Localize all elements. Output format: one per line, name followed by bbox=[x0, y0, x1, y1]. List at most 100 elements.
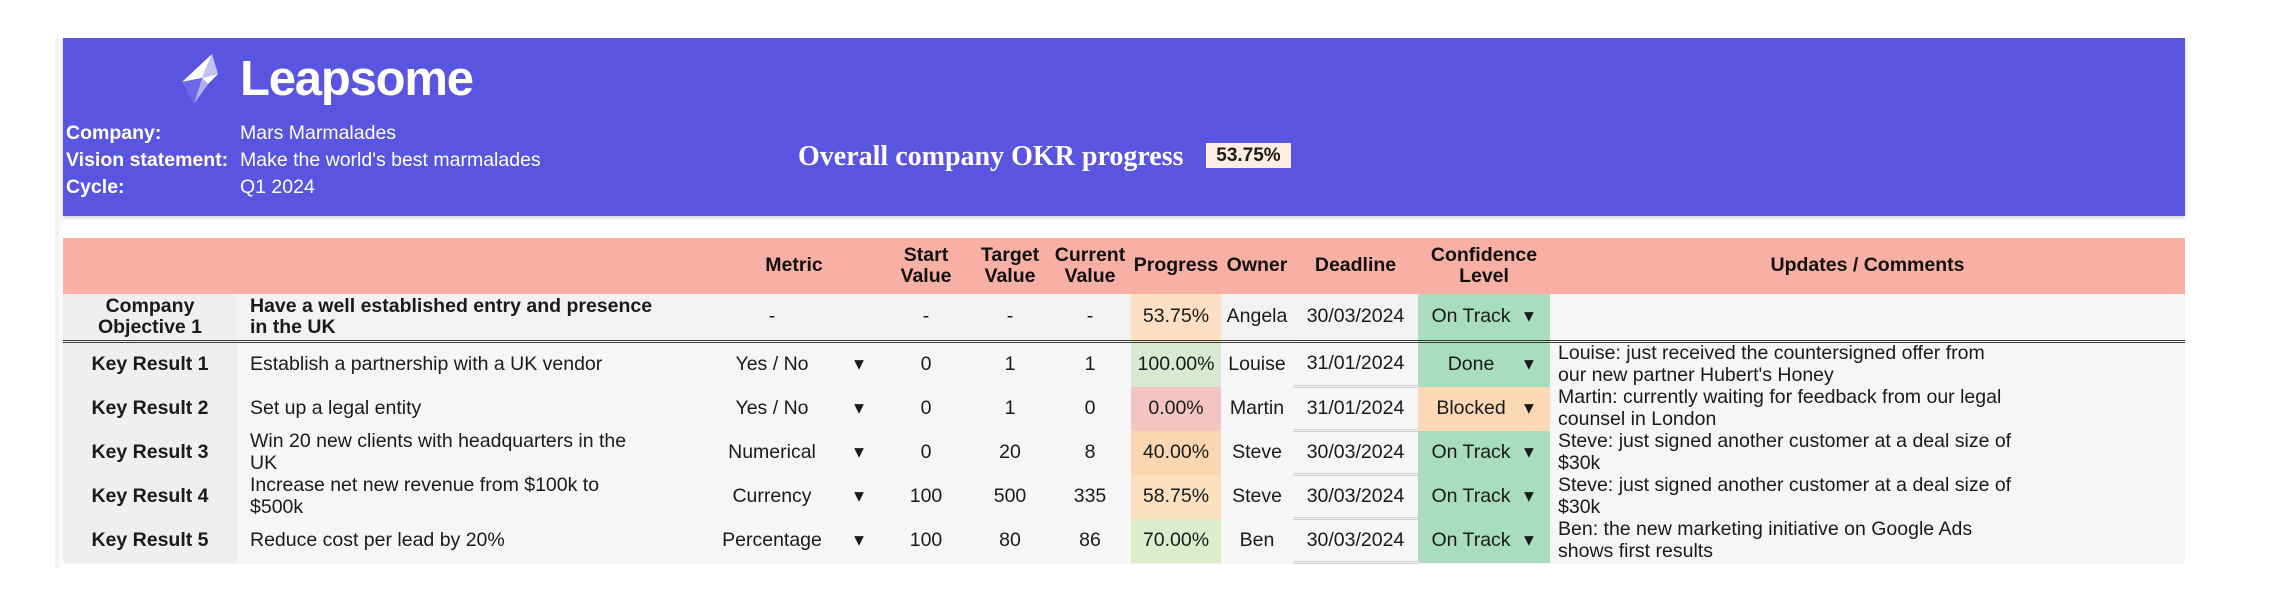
brand-logo: Leapsome bbox=[178, 51, 474, 106]
key-result-deadline[interactable]: 30/03/2024 bbox=[1293, 474, 1418, 521]
header-meta-block: Company: Mars Marmalades Vision statemen… bbox=[66, 122, 541, 203]
key-result-metric-chevron-down-icon[interactable]: ▾ bbox=[837, 386, 881, 431]
key-result-start-value[interactable]: 0 bbox=[881, 430, 971, 475]
key-result-confidence-level[interactable]: Done bbox=[1418, 341, 1524, 387]
key-result-current-value[interactable]: 8 bbox=[1049, 430, 1131, 475]
key-result-label: Key Result 2 bbox=[63, 386, 237, 431]
key-result-progress: 70.00% bbox=[1131, 518, 1221, 563]
key-result-metric-chevron-down-icon[interactable]: ▾ bbox=[837, 430, 881, 475]
okr-table: Metric Start Value Target Value Current … bbox=[63, 238, 2185, 565]
brand-name: Leapsome bbox=[240, 51, 474, 106]
company-value: Mars Marmalades bbox=[240, 122, 397, 144]
key-result-description: Increase net new revenue from $100k to $5… bbox=[237, 474, 707, 519]
key-result-confidence-chevron-down-icon[interactable]: ▾ bbox=[1524, 341, 1550, 387]
key-result-start-value[interactable]: 0 bbox=[881, 341, 971, 387]
key-result-label: Key Result 4 bbox=[63, 474, 237, 519]
objective-confidence-level[interactable]: On Track bbox=[1418, 294, 1524, 343]
key-result-owner[interactable]: Ben bbox=[1221, 518, 1293, 563]
key-result-confidence-chevron-down-icon[interactable]: ▾ bbox=[1524, 430, 1550, 475]
header-metric: Metric bbox=[707, 238, 881, 294]
key-result-current-value[interactable]: 1 bbox=[1049, 341, 1131, 387]
key-result-metric[interactable]: Numerical bbox=[707, 430, 837, 475]
key-result-confidence-level[interactable]: On Track bbox=[1418, 430, 1524, 475]
key-result-updates[interactable]: Louise: just received the countersigned … bbox=[1550, 341, 2185, 387]
key-result-label: Key Result 5 bbox=[63, 518, 237, 563]
meta-row-vision: Vision statement: Make the world's best … bbox=[66, 149, 541, 176]
key-result-progress: 40.00% bbox=[1131, 430, 1221, 475]
overall-progress-title: Overall company OKR progress bbox=[798, 141, 1184, 172]
key-result-row: Key Result 4 Increase net new revenue fro… bbox=[63, 474, 2185, 521]
header-progress: Progress bbox=[1131, 238, 1221, 294]
key-result-target-value[interactable]: 80 bbox=[971, 518, 1049, 563]
key-result-confidence-chevron-down-icon[interactable]: ▾ bbox=[1524, 474, 1550, 519]
key-result-deadline[interactable]: 30/03/2024 bbox=[1293, 518, 1418, 565]
key-result-start-value[interactable]: 0 bbox=[881, 386, 971, 431]
objective-description: Have a well established entry and presen… bbox=[237, 294, 707, 343]
key-result-deadline[interactable]: 30/03/2024 bbox=[1293, 430, 1418, 477]
header-updates-comments: Updates / Comments bbox=[1550, 238, 2185, 294]
key-result-description: Reduce cost per lead by 20% bbox=[237, 518, 707, 563]
key-result-metric[interactable]: Percentage bbox=[707, 518, 837, 563]
key-result-target-value[interactable]: 20 bbox=[971, 430, 1049, 475]
key-result-metric-chevron-down-icon[interactable]: ▾ bbox=[837, 518, 881, 563]
header-start-value-line2: Value bbox=[900, 265, 952, 287]
key-result-metric[interactable]: Currency bbox=[707, 474, 837, 519]
key-result-updates[interactable]: Steve: just signed another customer at a… bbox=[1550, 474, 2185, 519]
key-result-description: Set up a legal entity bbox=[237, 386, 707, 431]
key-result-current-value[interactable]: 86 bbox=[1049, 518, 1131, 563]
vision-statement-value: Make the world's best marmalades bbox=[240, 149, 541, 171]
key-result-row: Key Result 3 Win 20 new clients with head… bbox=[63, 430, 2185, 477]
key-result-current-value[interactable]: 0 bbox=[1049, 386, 1131, 431]
objective-row: Company Objective 1 Have a well establishe… bbox=[63, 294, 2185, 343]
key-result-owner[interactable]: Martin bbox=[1221, 386, 1293, 431]
header-current-value-line1: Current bbox=[1054, 243, 1126, 266]
key-result-metric-chevron-down-icon[interactable]: ▾ bbox=[837, 341, 881, 387]
key-result-progress: 58.75% bbox=[1131, 474, 1221, 519]
key-result-current-value[interactable]: 335 bbox=[1049, 474, 1131, 519]
header-start-value: Start Value bbox=[881, 238, 971, 294]
objective-target-value: - bbox=[971, 294, 1049, 343]
header-blank-description bbox=[237, 238, 707, 294]
table-header-row: Metric Start Value Target Value Current … bbox=[63, 238, 2185, 294]
key-result-confidence-level[interactable]: Blocked bbox=[1418, 386, 1524, 431]
objective-updates[interactable] bbox=[1550, 294, 2185, 343]
key-result-owner[interactable]: Steve bbox=[1221, 430, 1293, 475]
key-result-metric[interactable]: Yes / No bbox=[707, 341, 837, 387]
key-result-confidence-level[interactable]: On Track bbox=[1418, 474, 1524, 519]
key-result-confidence-chevron-down-icon[interactable]: ▾ bbox=[1524, 518, 1550, 563]
key-result-description: Establish a partnership with a UK vendor bbox=[237, 341, 707, 387]
key-result-owner[interactable]: Louise bbox=[1221, 341, 1293, 387]
objective-deadline[interactable]: 30/03/2024 bbox=[1293, 294, 1418, 343]
key-result-start-value[interactable]: 100 bbox=[881, 518, 971, 563]
vision-statement-label: Vision statement: bbox=[66, 149, 229, 171]
key-result-owner[interactable]: Steve bbox=[1221, 474, 1293, 519]
overall-progress-value: 53.75% bbox=[1206, 143, 1291, 168]
cycle-label: Cycle: bbox=[66, 176, 125, 198]
key-result-start-value[interactable]: 100 bbox=[881, 474, 971, 519]
key-result-updates[interactable]: Steve: just signed another customer at a… bbox=[1550, 430, 2185, 475]
objective-metric: - bbox=[707, 294, 837, 343]
leapsome-origami-logo-icon bbox=[178, 52, 230, 106]
key-result-updates[interactable]: Martin: currently waiting for feedback f… bbox=[1550, 386, 2185, 431]
key-result-confidence-chevron-down-icon[interactable]: ▾ bbox=[1524, 386, 1550, 431]
objective-owner: Angela bbox=[1221, 294, 1293, 343]
key-result-updates[interactable]: Ben: the new marketing initiative on Goo… bbox=[1550, 518, 2185, 563]
cycle-value: Q1 2024 bbox=[240, 176, 315, 198]
key-result-target-value[interactable]: 1 bbox=[971, 386, 1049, 431]
objective-start-value: - bbox=[881, 294, 971, 343]
header-blank-label bbox=[63, 238, 237, 294]
key-result-metric[interactable]: Yes / No bbox=[707, 386, 837, 431]
header-current-value: Current Value bbox=[1049, 238, 1131, 294]
key-result-target-value[interactable]: 500 bbox=[971, 474, 1049, 519]
key-result-label: Key Result 3 bbox=[63, 430, 237, 475]
header-target-value-line1: Target bbox=[980, 243, 1040, 266]
meta-row-cycle: Cycle: Q1 2024 bbox=[66, 176, 541, 203]
objective-progress: 53.75% bbox=[1131, 294, 1221, 343]
key-result-metric-chevron-down-icon[interactable]: ▾ bbox=[837, 474, 881, 519]
key-result-confidence-level[interactable]: On Track bbox=[1418, 518, 1524, 563]
objective-confidence-chevron-down-icon[interactable]: ▾ bbox=[1524, 294, 1550, 343]
key-result-deadline[interactable]: 31/01/2024 bbox=[1293, 341, 1418, 389]
objective-metric-chevron-down-icon bbox=[837, 294, 881, 343]
key-result-deadline[interactable]: 31/01/2024 bbox=[1293, 386, 1418, 433]
key-result-target-value[interactable]: 1 bbox=[971, 341, 1049, 387]
